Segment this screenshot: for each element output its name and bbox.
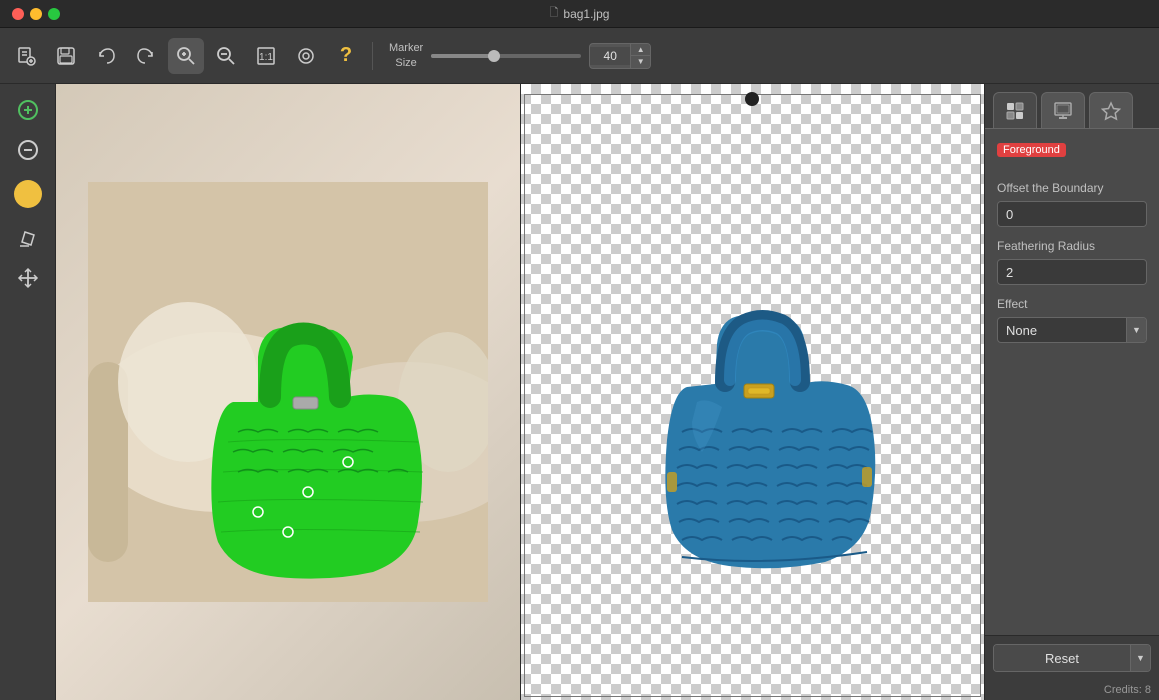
reset-dropdown-button[interactable]: ▼	[1130, 645, 1150, 671]
foreground-tool[interactable]	[10, 176, 46, 212]
effect-dropdown-arrow: ▼	[1126, 318, 1146, 342]
file-icon: 🗋	[550, 4, 559, 23]
right-panel: Foreground Offset the Boundary ▲ ▼ Feath…	[984, 84, 1159, 700]
clear-tool[interactable]	[10, 220, 46, 256]
help-button[interactable]: ?	[328, 38, 364, 74]
titlebar: 🗋 bag1.jpg	[0, 0, 1159, 28]
canvas-left[interactable]	[56, 84, 521, 700]
tab-presets[interactable]	[1089, 92, 1133, 128]
panel-tabs	[985, 84, 1159, 128]
main-layout: Foreground Offset the Boundary ▲ ▼ Feath…	[0, 84, 1159, 700]
canvas-right[interactable]	[521, 84, 985, 700]
close-button[interactable]	[12, 8, 24, 20]
erase-tool[interactable]	[10, 132, 46, 168]
help-icon: ?	[340, 44, 352, 67]
effect-select-row: None Blur Sharpen ▼	[997, 317, 1147, 343]
panel-content: Foreground Offset the Boundary ▲ ▼ Feath…	[985, 128, 1159, 635]
move-tool[interactable]	[10, 260, 46, 296]
undo-button[interactable]	[88, 38, 124, 74]
window-title: 🗋 bag1.jpg	[550, 4, 610, 23]
cutout-image-container	[521, 84, 985, 700]
tab-output[interactable]	[1041, 92, 1085, 128]
marker-size-label: Marker Size	[389, 41, 423, 70]
offset-input-row: ▲ ▼	[997, 201, 1147, 227]
effect-label: Effect	[997, 297, 1147, 311]
feathering-input-row: ▲ ▼	[997, 259, 1147, 285]
credits-bar: Credits: 8	[985, 680, 1159, 700]
marker-slider-thumb	[488, 50, 500, 62]
foreground-badge: Foreground	[997, 143, 1066, 157]
marker-value-box: 40 ▲ ▼	[589, 43, 651, 69]
feathering-input[interactable]	[998, 260, 1147, 284]
left-sidebar	[0, 84, 56, 700]
reset-row: Reset ▼	[993, 644, 1151, 672]
zoom-in-button[interactable]	[168, 38, 204, 74]
marker-value: 40	[590, 47, 630, 65]
marker-size-control: Marker Size 40 ▲ ▼	[389, 41, 651, 70]
offset-input[interactable]	[998, 202, 1147, 226]
zoom-fit-button[interactable]	[288, 38, 324, 74]
marker-slider-fill	[431, 54, 491, 58]
title-text: bag1.jpg	[563, 7, 609, 21]
traffic-lights	[12, 8, 60, 20]
cutout-bag-svg	[567, 192, 937, 592]
minimize-button[interactable]	[30, 8, 42, 20]
drag-handle[interactable]	[745, 92, 759, 106]
marker-steppers: ▲ ▼	[630, 44, 650, 68]
panel-footer: Reset ▼	[985, 635, 1159, 680]
toolbar: 1:1 ? Marker Size 40 ▲ ▼	[0, 28, 1159, 84]
reset-button[interactable]: Reset	[994, 645, 1130, 671]
feathering-label: Feathering Radius	[997, 239, 1147, 253]
offset-label: Offset the Boundary	[997, 181, 1147, 195]
new-button[interactable]	[8, 38, 44, 74]
marker-size-slider[interactable]	[431, 54, 581, 58]
tab-matting[interactable]	[993, 92, 1037, 128]
effect-select[interactable]: None Blur Sharpen	[998, 323, 1126, 338]
fit-button[interactable]: 1:1	[248, 38, 284, 74]
maximize-button[interactable]	[48, 8, 60, 20]
original-image-container	[56, 84, 520, 700]
zoom-out-button[interactable]	[208, 38, 244, 74]
save-button[interactable]	[48, 38, 84, 74]
original-bag-svg	[88, 182, 488, 602]
add-tool[interactable]	[10, 92, 46, 128]
svg-text:1:1: 1:1	[259, 52, 273, 63]
toolbar-separator	[372, 42, 373, 70]
redo-button[interactable]	[128, 38, 164, 74]
marker-up-button[interactable]: ▲	[630, 44, 650, 56]
canvas-area[interactable]	[56, 84, 984, 700]
marker-down-button[interactable]: ▼	[630, 56, 650, 68]
